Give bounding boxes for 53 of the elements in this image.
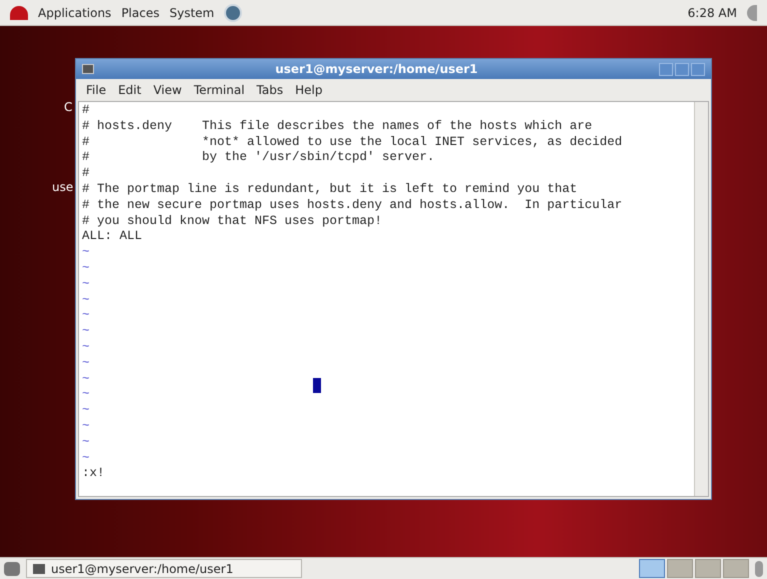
empty-line-marker: ~ [82,403,90,419]
empty-line-marker: ~ [82,308,90,324]
menu-item[interactable]: Edit [118,81,142,99]
hat-logo-icon[interactable] [10,6,28,20]
panel-menu[interactable]: Applications [38,4,112,22]
empty-line-marker: ~ [82,387,90,404]
empty-line-marker: ~ [82,340,90,356]
empty-line-marker: ~ [82,434,90,451]
code-line: # by the '/usr/sbin/tcpd' server. [82,150,435,166]
empty-line-marker: ~ [82,292,90,308]
clock[interactable]: 6:28 AM [688,4,737,22]
code-line: # [82,103,90,119]
terminal-icon [82,64,94,74]
workspace-switcher-cell[interactable] [695,559,721,578]
panel-menu[interactable]: System [169,4,214,22]
code-line: # hosts.deny This file describes the names of the hosts which are [82,118,592,135]
menu-item[interactable]: Help [295,81,322,99]
globe-icon[interactable] [224,4,242,22]
empty-line-marker: ~ [82,418,90,435]
window-title: user1@myserver:/home/user1 [274,61,479,78]
menu-item[interactable]: Terminal [194,81,245,99]
desktop-icon[interactable] [4,562,20,576]
empty-line-marker: ~ [82,245,90,261]
menu-item[interactable]: Tabs [256,81,284,99]
menu-item[interactable]: File [86,81,106,99]
empty-line-marker: ~ [82,450,90,466]
code-line: # the new secure portmap uses hosts.deny and hosts.allow. In particular [82,198,622,214]
terminal-icon [33,564,45,574]
empty-line-marker: ~ [82,276,90,293]
minimize-button[interactable] [659,62,673,76]
empty-line-marker: ~ [82,324,90,340]
code-line: # The portmap line is redundant, but it is left to remind you that [82,182,578,198]
desktop-icon-label[interactable]: C [64,98,72,116]
code-line: # you should know that NFS uses portmap! [82,214,382,230]
code-line: # [82,166,90,182]
workspace-switcher-cell[interactable] [639,559,665,578]
workspace-switcher-cell[interactable] [723,559,749,578]
scrollbar[interactable] [694,102,708,496]
empty-line-marker: ~ [82,260,90,277]
task-label: user1@myserver:/home/user1 [51,560,234,578]
menu-item[interactable]: View [153,81,182,99]
panel-menu[interactable]: Places [121,4,160,22]
empty-line-marker: ~ [82,372,90,388]
code-line: ALL: ALL [82,229,142,246]
text-cursor [313,378,321,393]
close-button[interactable] [691,62,705,76]
code-line: :x! [82,466,105,482]
task-button[interactable]: user1@myserver:/home/user1 [26,559,302,578]
workspace-switcher-cell[interactable] [667,559,693,578]
desktop-icon-label[interactable]: use [52,178,74,196]
code-line: # *not* allowed to use the local INET services, as decided [82,134,622,150]
maximize-button[interactable] [675,62,689,76]
empty-line-marker: ~ [82,356,90,372]
